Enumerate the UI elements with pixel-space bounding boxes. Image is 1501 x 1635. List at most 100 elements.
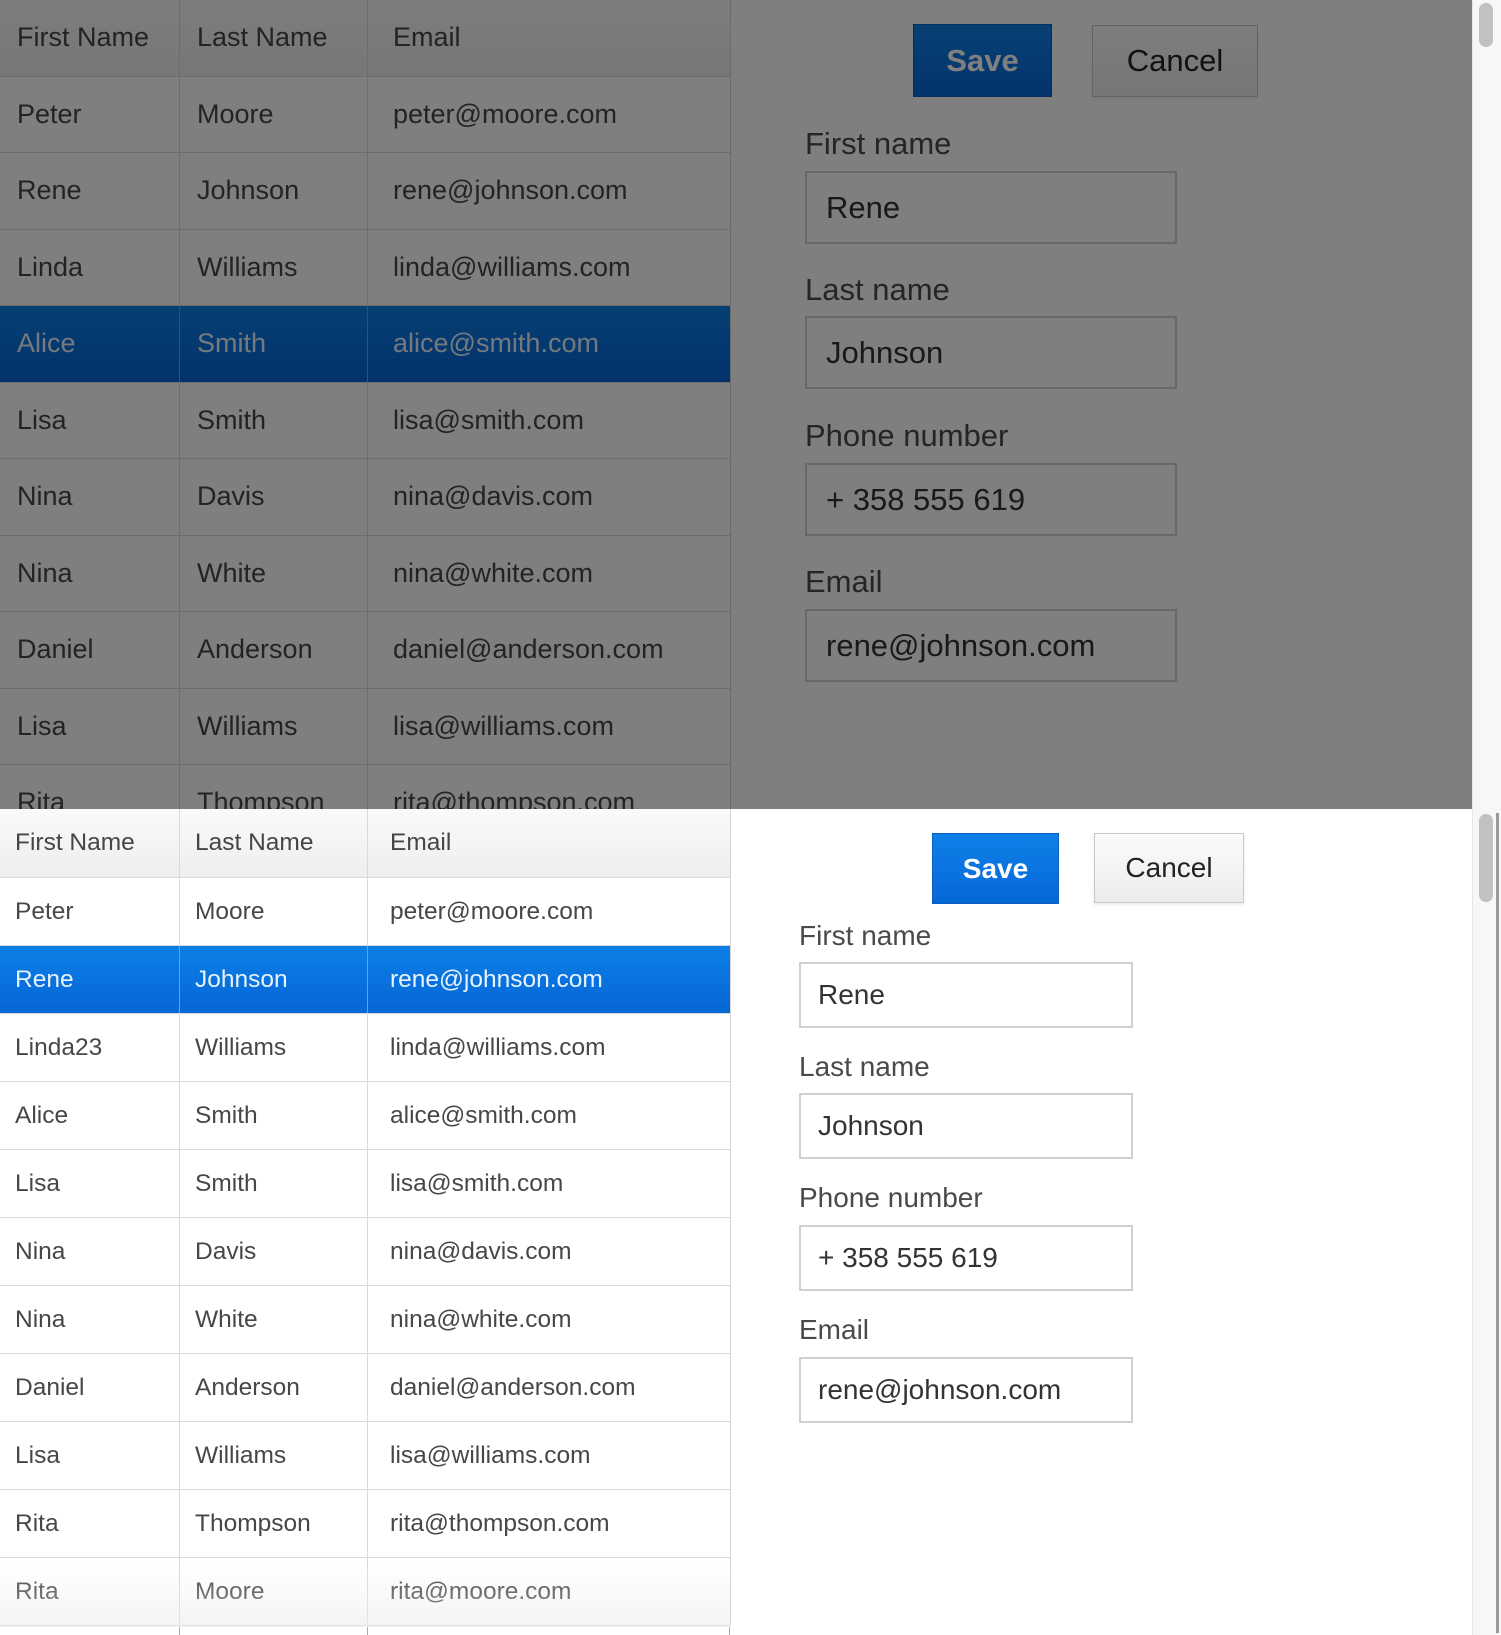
- table-row[interactable]: Nina Davis nina@davis.com: [0, 1218, 730, 1286]
- scrollbar-thumb[interactable]: [1479, 814, 1493, 902]
- last-name-cell: Smith: [180, 1082, 368, 1149]
- last-name-input[interactable]: [799, 1093, 1133, 1159]
- last-name-cell: Moore: [180, 878, 368, 945]
- last-name-cell: Thompson: [180, 1490, 368, 1557]
- grid-header: First Name Last Name Email: [0, 0, 730, 77]
- cancel-button[interactable]: Cancel: [1094, 833, 1244, 903]
- last-name-label: Last name: [805, 272, 950, 307]
- column-header-first-name[interactable]: First Name: [0, 0, 180, 76]
- last-name-cell: Thompson: [180, 765, 368, 809]
- email-cell: nina@white.com: [393, 557, 593, 588]
- table-row[interactable]: Linda23 Williams linda@williams.com: [0, 1014, 730, 1082]
- partial-cell: [180, 1627, 368, 1635]
- email-cell: rita@thompson.com: [390, 1509, 610, 1537]
- grid-header: First Name Last Name Email: [0, 809, 730, 878]
- table-row[interactable]: Nina White nina@white.com: [0, 535, 730, 612]
- partial-cell: [368, 1627, 730, 1635]
- column-header-email[interactable]: Email: [368, 809, 730, 877]
- last-name-cell: Williams: [180, 229, 368, 305]
- first-name-cell: Rita: [0, 765, 180, 809]
- column-header-email[interactable]: Email: [368, 0, 730, 76]
- first-name-cell: Linda23: [0, 1014, 180, 1081]
- table-row[interactable]: Rita Moore rita@moore.com: [0, 1558, 730, 1626]
- table-row[interactable]: Lisa Williams lisa@williams.com: [0, 1422, 730, 1490]
- table-row[interactable]: Daniel Anderson daniel@anderson.com: [0, 612, 730, 689]
- email-cell: nina@white.com: [390, 1305, 572, 1333]
- email-cell: peter@moore.com: [393, 98, 617, 129]
- email-cell: linda@williams.com: [390, 1033, 606, 1061]
- first-name-cell: Rita: [0, 1558, 180, 1625]
- email-cell: nina@davis.com: [390, 1237, 572, 1265]
- last-name-cell: Williams: [180, 1422, 368, 1489]
- first-name-cell: Lisa: [0, 1422, 180, 1489]
- table-row[interactable]: Lisa Smith lisa@smith.com: [0, 382, 730, 459]
- vertical-scrollbar[interactable]: [1472, 0, 1501, 809]
- window-edge: [1496, 813, 1499, 1633]
- email-cell: daniel@anderson.com: [390, 1373, 636, 1401]
- column-header-first-name[interactable]: First Name: [0, 809, 180, 877]
- last-name-cell: Johnson: [180, 946, 368, 1013]
- first-name-label: First name: [805, 126, 952, 161]
- last-name-cell: Johnson: [180, 153, 368, 229]
- email-cell: lisa@smith.com: [393, 404, 584, 435]
- email-cell: alice@smith.com: [393, 328, 599, 359]
- last-name-cell: Davis: [180, 459, 368, 535]
- table-row[interactable]: Daniel Anderson daniel@anderson.com: [0, 1354, 730, 1422]
- table-row[interactable]: Alice Smith alice@smith.com: [0, 1082, 730, 1150]
- last-name-cell: Williams: [180, 688, 368, 764]
- table-row-selected[interactable]: Alice Smith alice@smith.com: [0, 306, 730, 383]
- first-name-cell: Alice: [0, 1082, 180, 1149]
- first-name-input[interactable]: [805, 171, 1177, 244]
- email-cell: peter@moore.com: [390, 897, 594, 925]
- first-name-cell: Nina: [0, 1286, 180, 1353]
- save-button[interactable]: Save: [932, 833, 1059, 904]
- column-header-last-name[interactable]: Last Name: [180, 0, 368, 76]
- last-name-cell: Williams: [180, 1014, 368, 1081]
- first-name-input[interactable]: [799, 962, 1133, 1028]
- email-cell: nina@davis.com: [393, 481, 593, 512]
- last-name-cell: Anderson: [180, 1354, 368, 1421]
- email-cell: lisa@williams.com: [390, 1441, 591, 1469]
- first-name-cell: Daniel: [0, 612, 180, 688]
- table-row-selected[interactable]: Rene Johnson rene@johnson.com: [0, 946, 730, 1014]
- partial-cell: [0, 1627, 180, 1635]
- first-name-cell: Linda: [0, 229, 180, 305]
- scrollbar-thumb[interactable]: [1479, 3, 1493, 47]
- phone-number-input[interactable]: [805, 463, 1177, 536]
- last-name-cell: Moore: [180, 76, 368, 152]
- last-name-input[interactable]: [805, 316, 1177, 389]
- last-name-cell: Anderson: [180, 612, 368, 688]
- email-input[interactable]: [799, 1357, 1133, 1423]
- table-row[interactable]: Nina Davis nina@davis.com: [0, 459, 730, 536]
- table-row[interactable]: Lisa Smith lisa@smith.com: [0, 1150, 730, 1218]
- contacts-grid: First Name Last Name Email Peter Moore pet…: [0, 0, 731, 809]
- first-name-cell: Peter: [0, 76, 180, 152]
- table-row[interactable]: Rita Thompson rita@thompson.com: [0, 765, 730, 809]
- email-label: Email: [799, 1314, 870, 1345]
- cancel-button[interactable]: Cancel: [1092, 25, 1258, 97]
- email-input[interactable]: [805, 609, 1177, 682]
- table-row[interactable]: Lisa Williams lisa@williams.com: [0, 688, 730, 765]
- column-header-last-name[interactable]: Last Name: [180, 809, 368, 877]
- email-cell: daniel@anderson.com: [393, 634, 664, 665]
- email-cell: lisa@smith.com: [390, 1169, 564, 1197]
- first-name-cell: Rene: [0, 946, 180, 1013]
- table-row[interactable]: Linda Williams linda@williams.com: [0, 229, 730, 306]
- last-name-cell: White: [180, 1286, 368, 1353]
- table-row[interactable]: Nina White nina@white.com: [0, 1286, 730, 1354]
- first-name-cell: Nina: [0, 1218, 180, 1285]
- table-row[interactable]: Peter Moore peter@moore.com: [0, 878, 730, 946]
- first-name-cell: Daniel: [0, 1354, 180, 1421]
- first-name-cell: Nina: [0, 459, 180, 535]
- last-name-cell: Smith: [180, 382, 368, 458]
- email-cell: rita@moore.com: [390, 1577, 572, 1605]
- contacts-grid: First Name Last Name Email Peter Moore pet…: [0, 809, 731, 1626]
- email-cell: linda@williams.com: [393, 251, 631, 282]
- last-name-cell: Smith: [180, 306, 368, 382]
- table-row[interactable]: Rita Thompson rita@thompson.com: [0, 1490, 730, 1558]
- bottom-app-view: First Name Last Name Email Peter Moore pet…: [0, 809, 1501, 1635]
- phone-number-input[interactable]: [799, 1225, 1133, 1291]
- save-button[interactable]: Save: [913, 24, 1052, 97]
- table-row[interactable]: Peter Moore peter@moore.com: [0, 76, 730, 153]
- table-row[interactable]: Rene Johnson rene@johnson.com: [0, 153, 730, 230]
